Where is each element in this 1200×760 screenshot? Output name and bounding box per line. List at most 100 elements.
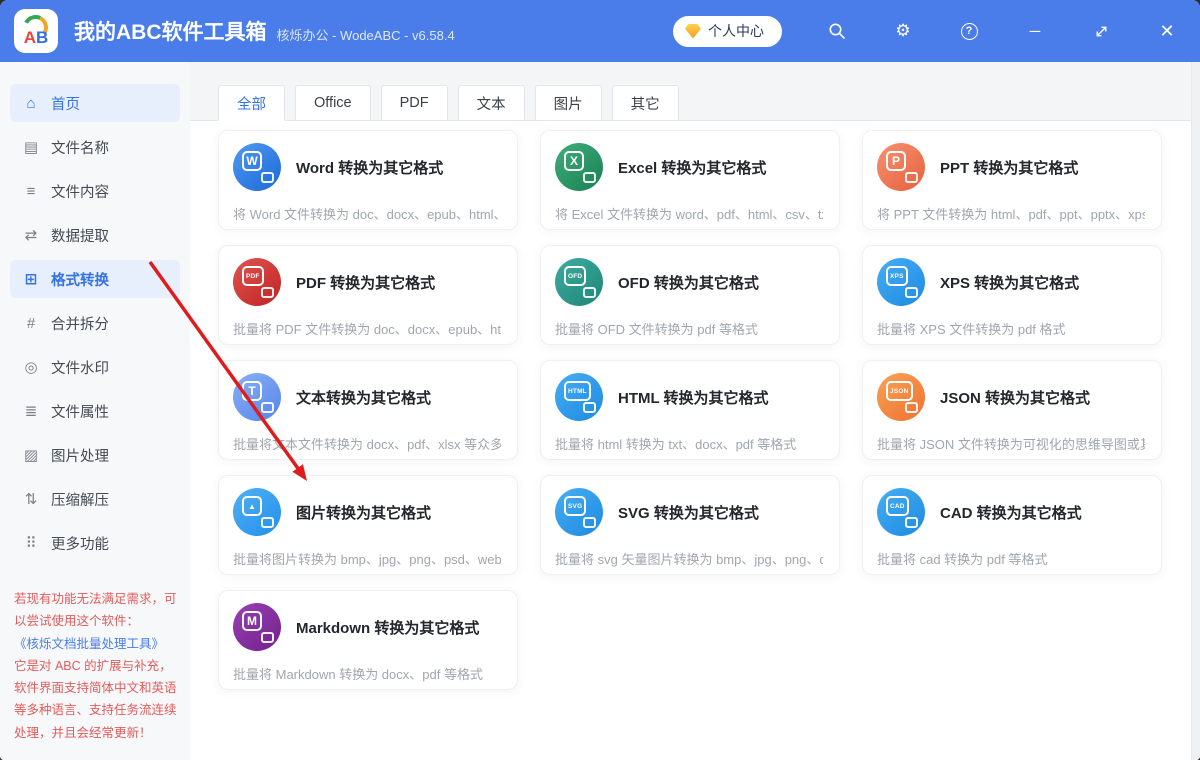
resize-button[interactable] [1090, 20, 1112, 42]
help-icon[interactable]: ? [958, 20, 980, 42]
sidebar-item-data-extract[interactable]: ⇄ 数据提取 [10, 216, 180, 254]
format-convert-icon: ⊞ [22, 270, 40, 288]
card-description: 批量将 svg 矢量图片转换为 bmp、jpg、png、docx [555, 549, 823, 568]
titlebar: AB 我的ABC软件工具箱 核烁办公 - WodeABC - v6.58.4 个… [0, 0, 1200, 62]
sidebar-item-file-name[interactable]: ▤ 文件名称 [10, 128, 180, 166]
format-convert-icon: PDF [233, 258, 281, 306]
scrollbar-track[interactable] [1191, 62, 1200, 760]
card-title: XPS 转换为其它格式 [940, 272, 1079, 293]
card-xps[interactable]: XPS XPS 转换为其它格式 批量将 XPS 文件转换为 pdf 格式 [862, 245, 1162, 345]
tab-Office[interactable]: Office [295, 85, 371, 121]
convert-target-icon [261, 402, 274, 413]
card-markdown[interactable]: M Markdown 转换为其它格式 批量将 Markdown 转换为 docx… [218, 590, 518, 690]
format-badge: X [564, 151, 584, 171]
minimize-button[interactable]: ─ [1024, 20, 1046, 42]
sidebar-item-label: 文件内容 [51, 181, 109, 202]
sidebar: ⌂ 首页 ▤ 文件名称 ≡ 文件内容 ⇄ 数据提取 ⊞ 格式转换 # 合并拆分 … [0, 62, 190, 760]
sidebar-item-compress[interactable]: ⇅ 压缩解压 [10, 480, 180, 518]
format-convert-icon: HTML [555, 373, 603, 421]
format-convert-icon: XPS [877, 258, 925, 306]
card-title: 图片转换为其它格式 [296, 502, 431, 523]
card-title: HTML 转换为其它格式 [618, 387, 769, 408]
card-ppt[interactable]: P PPT 转换为其它格式 将 PPT 文件转换为 html、pdf、ppt、p… [862, 130, 1162, 230]
card-description: 批量将 Markdown 转换为 docx、pdf 等格式 [233, 664, 501, 683]
card-title: 文本转换为其它格式 [296, 387, 431, 408]
card-pdf[interactable]: PDF PDF 转换为其它格式 批量将 PDF 文件转换为 doc、docx、e… [218, 245, 518, 345]
sidebar-item-file-attrs[interactable]: ≣ 文件属性 [10, 392, 180, 430]
card-description: 批量将 OFD 文件转换为 pdf 等格式 [555, 319, 823, 338]
tab-PDF[interactable]: PDF [381, 85, 448, 121]
format-badge: W [242, 151, 262, 171]
format-convert-icon: W [233, 143, 281, 191]
sidebar-item-watermark[interactable]: ◎ 文件水印 [10, 348, 180, 386]
format-convert-icon: CAD [877, 488, 925, 536]
more-features-icon: ⠿ [22, 534, 40, 552]
sidebar-item-label: 格式转换 [51, 269, 109, 290]
card-json[interactable]: JSON JSON 转换为其它格式 批量将 JSON 文件转换为可视化的思维导图… [862, 360, 1162, 460]
vip-gem-icon [685, 24, 701, 39]
sidebar-item-label: 文件属性 [51, 401, 109, 422]
card-description: 将 Excel 文件转换为 word、pdf、html、csv、txt、s [555, 204, 823, 223]
file-content-icon: ≡ [22, 183, 40, 200]
card-text[interactable]: T 文本转换为其它格式 批量将文本文件转换为 docx、pdf、xlsx 等众多… [218, 360, 518, 460]
card-html[interactable]: HTML HTML 转换为其它格式 批量将 html 转换为 txt、docx、… [540, 360, 840, 460]
tab-label: 图片 [554, 93, 583, 114]
card-cad[interactable]: CAD CAD 转换为其它格式 批量将 cad 转换为 pdf 等格式 [862, 475, 1162, 575]
app-window: AB 我的ABC软件工具箱 核烁办公 - WodeABC - v6.58.4 个… [0, 0, 1200, 760]
card-description: 将 PPT 文件转换为 html、pdf、ppt、pptx、xps 等格 [877, 204, 1145, 223]
convert-target-icon [261, 287, 274, 298]
convert-target-icon [583, 287, 596, 298]
format-badge: OFD [564, 266, 586, 286]
format-badge: P [886, 151, 906, 171]
format-convert-icon: P [877, 143, 925, 191]
sidebar-item-more-features[interactable]: ⠿ 更多功能 [10, 524, 180, 562]
sidebar-item-image-process[interactable]: ▨ 图片处理 [10, 436, 180, 474]
sidebar-item-file-content[interactable]: ≡ 文件内容 [10, 172, 180, 210]
tab-全部[interactable]: 全部 [218, 85, 285, 121]
format-convert-icon: OFD [555, 258, 603, 306]
card-svg[interactable]: SVG SVG 转换为其它格式 批量将 svg 矢量图片转换为 bmp、jpg、… [540, 475, 840, 575]
cards-panel: W Word 转换为其它格式 将 Word 文件转换为 doc、docx、epu… [190, 121, 1200, 760]
sidebar-nav: ⌂ 首页 ▤ 文件名称 ≡ 文件内容 ⇄ 数据提取 ⊞ 格式转换 # 合并拆分 … [0, 84, 190, 562]
home-icon: ⌂ [22, 95, 40, 112]
settings-icon[interactable]: ⚙ [892, 20, 914, 42]
sidebar-item-label: 文件名称 [51, 137, 109, 158]
close-button[interactable]: ✕ [1156, 20, 1178, 42]
user-center-button[interactable]: 个人中心 [673, 16, 782, 47]
sidebar-item-format-convert[interactable]: ⊞ 格式转换 [10, 260, 180, 298]
note-line2: 它是对 ABC 的扩展与补充，软件界面支持简体中文和英语等多种语言、支持任务流连… [14, 659, 177, 740]
tab-文本[interactable]: 文本 [458, 85, 525, 121]
app-logo: AB [14, 9, 58, 53]
card-excel[interactable]: X Excel 转换为其它格式 将 Excel 文件转换为 word、pdf、h… [540, 130, 840, 230]
card-title: Markdown 转换为其它格式 [296, 617, 479, 638]
sidebar-item-merge-split[interactable]: # 合并拆分 [10, 304, 180, 342]
content-area: 全部 Office PDF 文本 图片 其它 W Word 转换为其它格式 将 Word … [190, 62, 1200, 760]
format-badge: M [242, 611, 262, 631]
sidebar-item-home[interactable]: ⌂ 首页 [10, 84, 180, 122]
sidebar-note: 若现有功能无法满足需求，可以尝试使用这个软件： 《核烁文档批量处理工具》 它是对… [14, 588, 178, 744]
file-attrs-icon: ≣ [22, 402, 40, 420]
note-link[interactable]: 《核烁文档批量处理工具》 [14, 637, 164, 651]
format-convert-icon: SVG [555, 488, 603, 536]
tab-bar: 全部 Office PDF 文本 图片 其它 [190, 62, 1200, 121]
card-image[interactable]: ▲ 图片转换为其它格式 批量将图片转换为 bmp、jpg、png、psd、web… [218, 475, 518, 575]
tab-label: 文本 [477, 93, 506, 114]
card-title: CAD 转换为其它格式 [940, 502, 1082, 523]
card-ofd[interactable]: OFD OFD 转换为其它格式 批量将 OFD 文件转换为 pdf 等格式 [540, 245, 840, 345]
tab-label: 全部 [237, 93, 266, 114]
search-icon[interactable] [826, 20, 848, 42]
file-name-icon: ▤ [22, 138, 40, 156]
tab-其它[interactable]: 其它 [612, 85, 679, 121]
tab-图片[interactable]: 图片 [535, 85, 602, 121]
note-line1: 若现有功能无法满足需求，可以尝试使用这个软件： [14, 592, 177, 628]
convert-target-icon [905, 517, 918, 528]
convert-target-icon [261, 517, 274, 528]
card-title: Excel 转换为其它格式 [618, 157, 766, 178]
sidebar-item-label: 更多功能 [51, 533, 109, 554]
format-convert-icon: JSON [877, 373, 925, 421]
sidebar-item-label: 首页 [51, 93, 80, 114]
convert-target-icon [261, 632, 274, 643]
card-word[interactable]: W Word 转换为其它格式 将 Word 文件转换为 doc、docx、epu… [218, 130, 518, 230]
format-badge: XPS [886, 266, 908, 286]
merge-split-icon: # [22, 315, 40, 332]
